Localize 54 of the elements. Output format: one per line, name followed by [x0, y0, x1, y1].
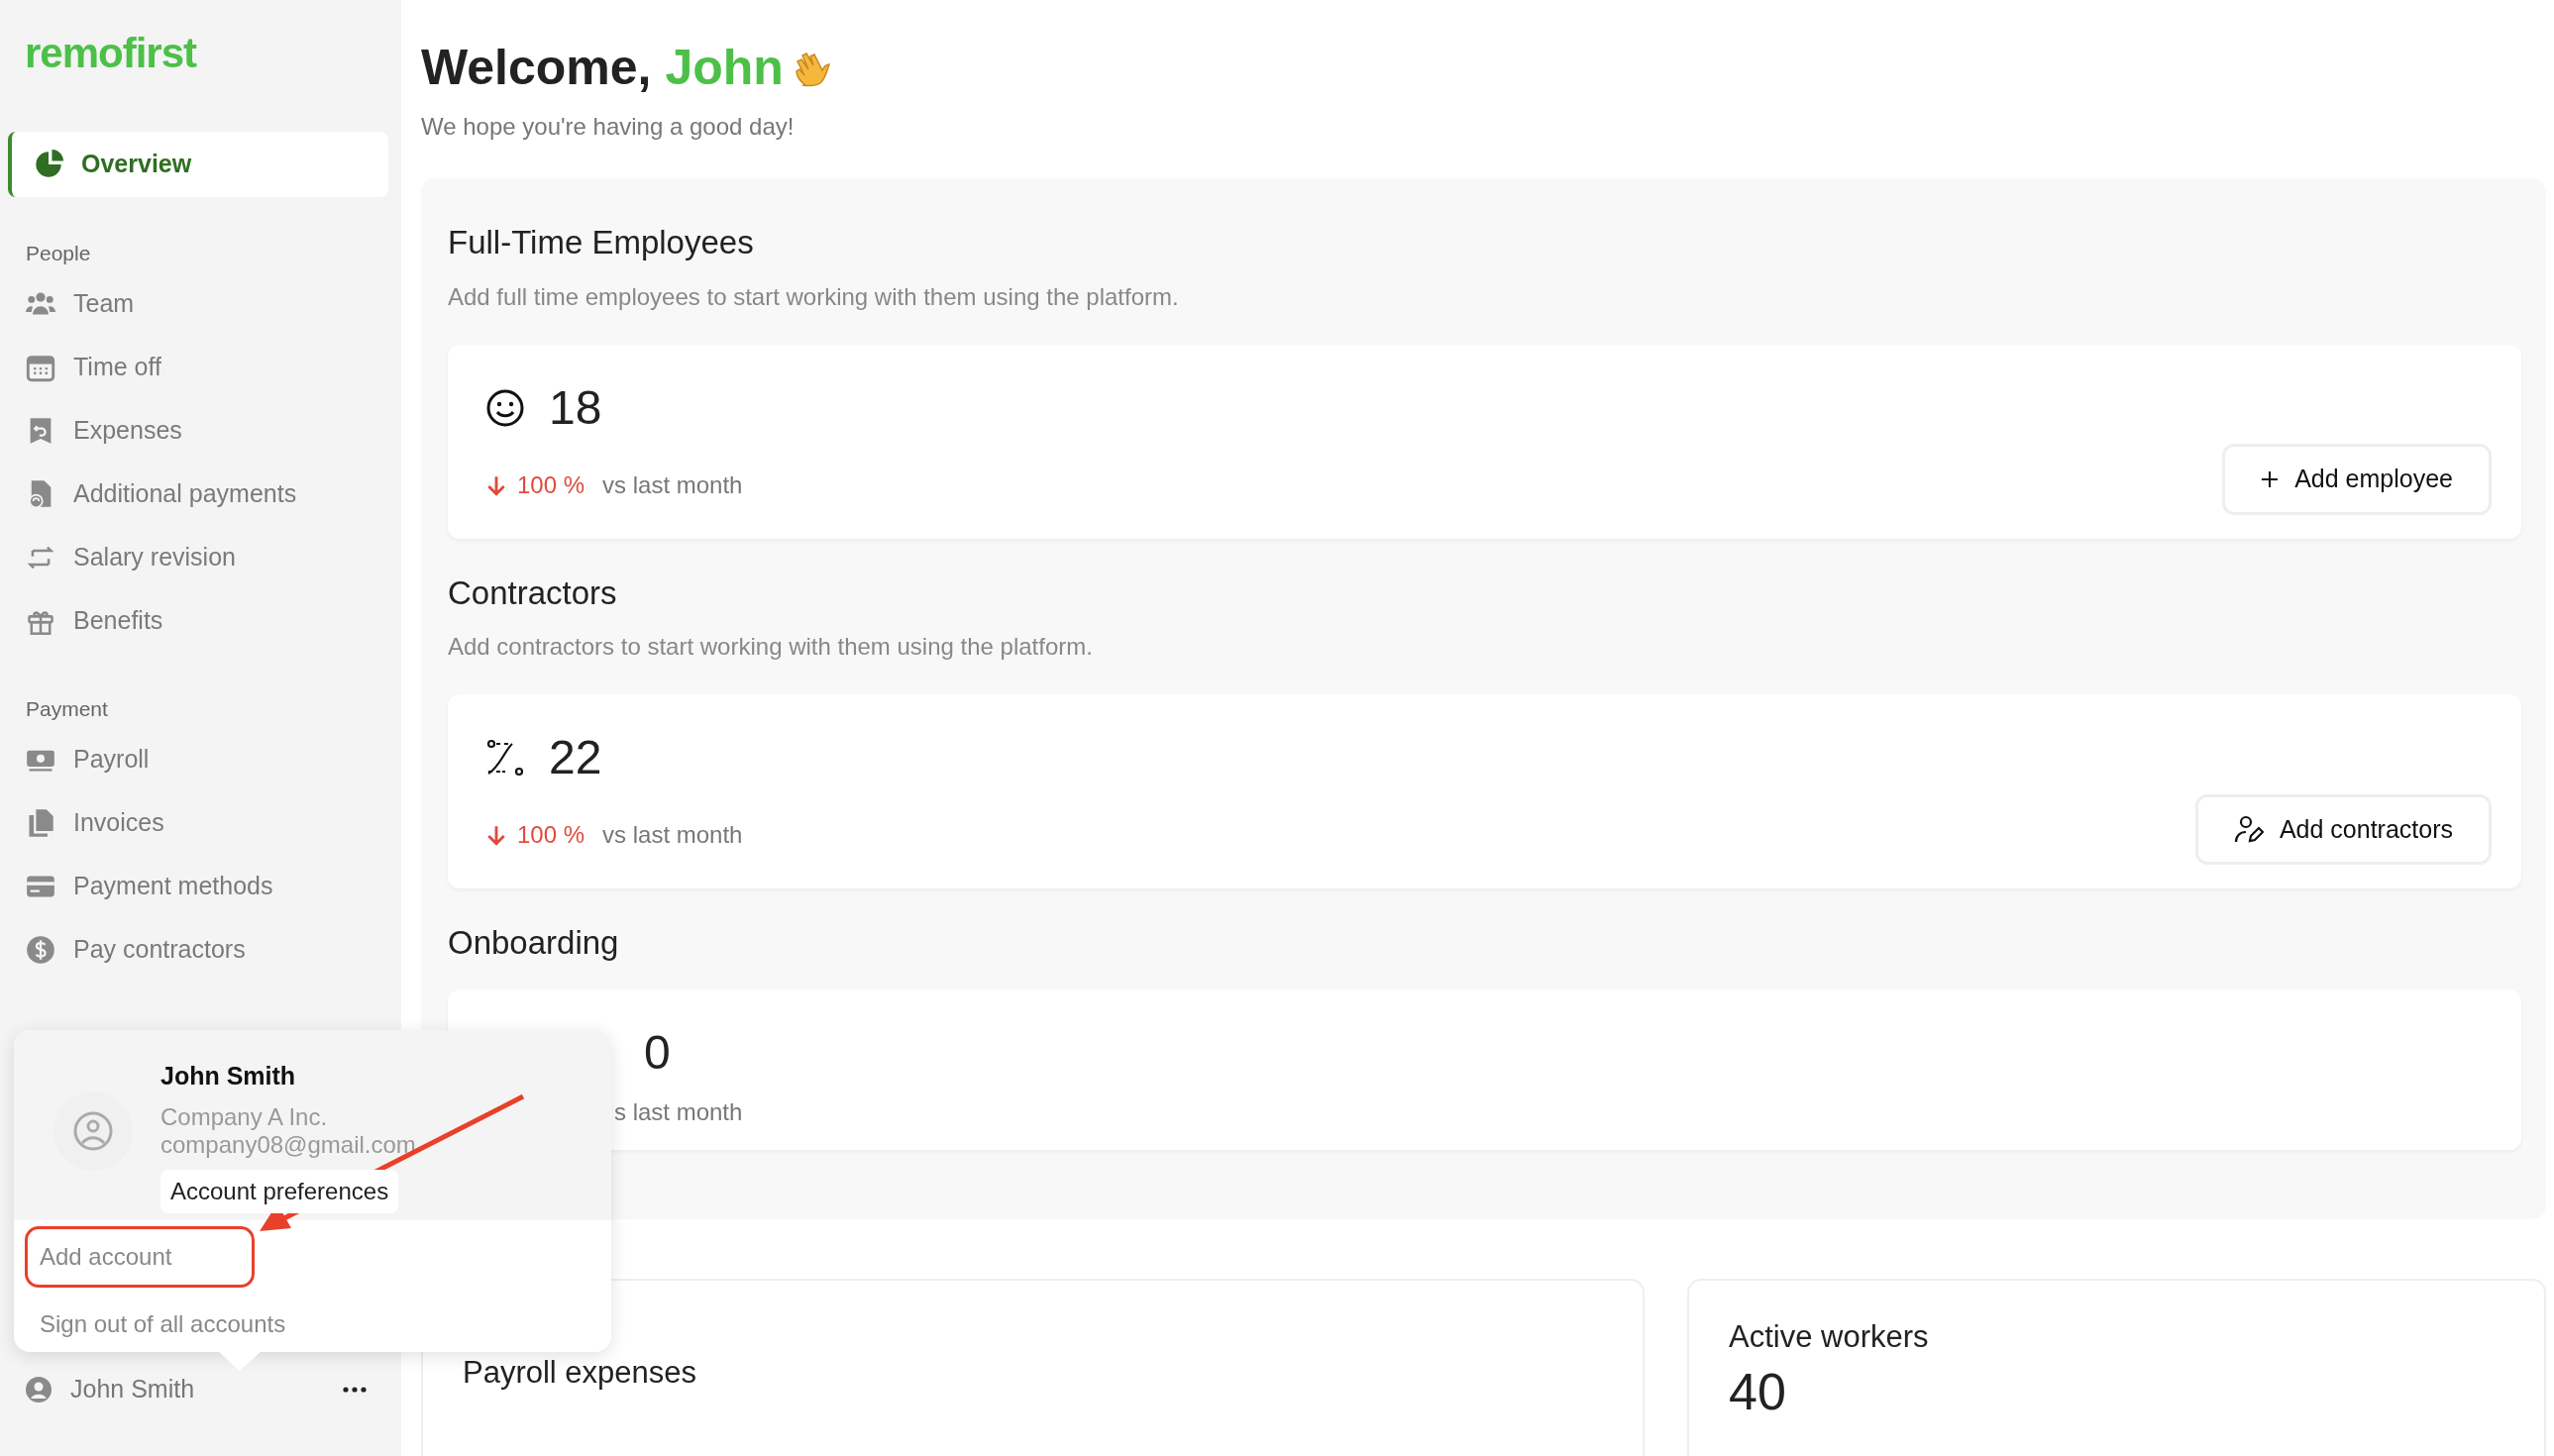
change-percent: 100 %	[517, 469, 585, 500]
sidebar-item[interactable]: Payroll	[0, 728, 388, 791]
user-avatar-icon	[25, 1375, 53, 1404]
add-contractors-button[interactable]: Add contractors	[2194, 793, 2492, 865]
account-name: John Smith	[160, 1061, 297, 1092]
sidebar-item[interactable]: Salary revision	[0, 526, 388, 589]
section-title: Full-Time Employees	[448, 223, 755, 262]
user-edit-icon	[2233, 814, 2264, 845]
account-email: company08@gmail.com	[160, 1131, 416, 1161]
dollar-coin-icon	[26, 935, 55, 965]
add-employee-button[interactable]: Add employee	[2222, 444, 2492, 515]
sidebar-item[interactable]: Expenses	[0, 399, 388, 463]
route-icon	[485, 738, 525, 778]
calendar-icon	[26, 353, 55, 382]
section-title: Contractors	[448, 572, 618, 613]
pie-chart-icon	[34, 150, 63, 179]
account-preferences-button[interactable]: Account preferences	[160, 1170, 399, 1214]
section-title: Onboarding	[448, 923, 620, 963]
stat-value: 22	[549, 730, 602, 785]
widget-value: 40	[1729, 1364, 1787, 1421]
files-icon	[26, 808, 55, 838]
sidebar-item[interactable]: Time off	[0, 336, 388, 399]
sidebar-item[interactable]: Team	[0, 272, 388, 336]
comparison-text: vs last month	[602, 820, 743, 850]
sidebar-item[interactable]: Pay contractors	[0, 918, 388, 982]
user-name[interactable]: John Smith	[70, 1371, 195, 1408]
logo: remofirst	[24, 29, 198, 78]
subtitle: We hope you're having a good day!	[421, 112, 796, 142]
section-description: Add contractors to start working with them using the platform.	[448, 632, 1094, 662]
menu-item[interactable]: Add account	[25, 1226, 255, 1288]
company-name: Company A Inc.	[160, 1102, 329, 1132]
sidebar-item[interactable]: Additional payments	[0, 463, 388, 526]
sidebar-item[interactable]: Payment methods	[0, 855, 388, 918]
stat-value: 0	[644, 1024, 671, 1081]
section-heading: People	[25, 240, 92, 266]
widget-title: Active workers	[1729, 1317, 1930, 1356]
comparison-text: s last month	[614, 1096, 743, 1127]
comparison-text: vs last month	[602, 469, 743, 500]
stat-value: 18	[549, 379, 602, 436]
sidebar-item[interactable]: Benefits	[0, 589, 388, 653]
smiley-icon	[485, 387, 525, 428]
arrow-down-icon	[485, 824, 507, 846]
sidebar-item[interactable]: Overview	[8, 132, 388, 197]
arrow-down-icon	[485, 473, 507, 496]
welcome-heading: Welcome, John	[421, 39, 784, 97]
section-heading: Payment	[25, 695, 109, 722]
widget-title: Payroll expenses	[463, 1353, 698, 1392]
change-percent: 100 %	[517, 820, 585, 850]
plus-icon	[2261, 469, 2280, 488]
section-description: Add full time employees to start working with them using the platform.	[448, 281, 1180, 312]
menu-item[interactable]: Sign out of all accounts	[25, 1294, 301, 1355]
user-circle-icon	[73, 1111, 113, 1151]
more-icon[interactable]	[343, 1386, 367, 1393]
sidebar-item[interactable]: Invoices	[0, 791, 388, 855]
